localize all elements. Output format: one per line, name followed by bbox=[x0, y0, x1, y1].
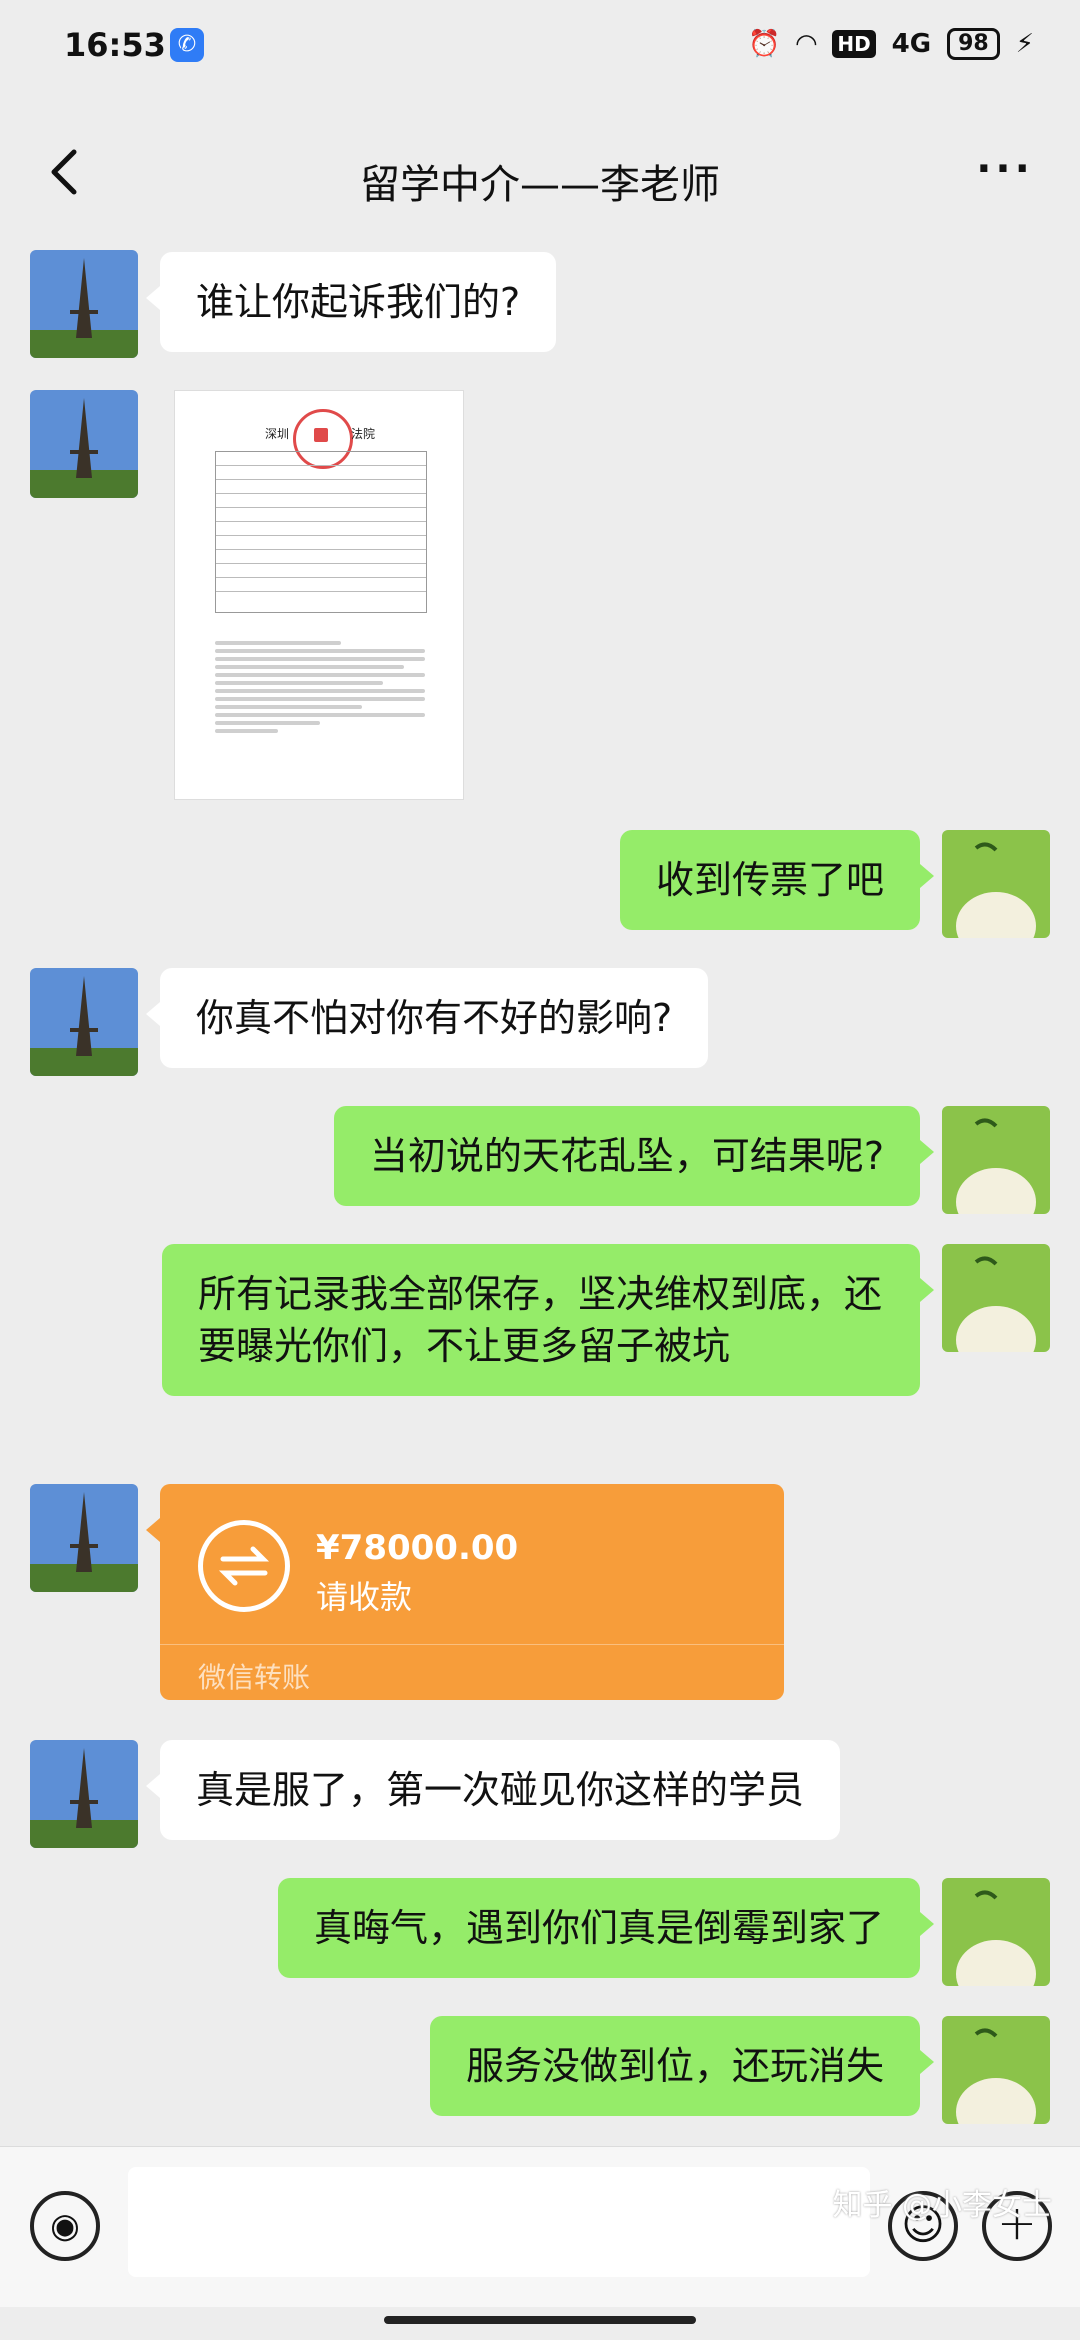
transfer-status: 请收款 bbox=[316, 1578, 413, 1616]
status-icons: ⏰ ◠ HD 4G 98 ⚡ bbox=[748, 28, 1034, 60]
my-avatar[interactable] bbox=[942, 1244, 1050, 1352]
input-bar: ◉ ☺ + bbox=[0, 2146, 1080, 2307]
wechat-transfer-card[interactable]: ¥78000.00 请收款 微信转账 bbox=[146, 1484, 784, 1700]
document-table bbox=[215, 451, 427, 613]
contact-avatar[interactable] bbox=[30, 1740, 138, 1848]
battery-indicator: 98 bbox=[947, 28, 1000, 60]
document-title: 法院 bbox=[350, 427, 375, 441]
contact-avatar[interactable] bbox=[30, 250, 138, 358]
my-avatar[interactable] bbox=[942, 2016, 1050, 2124]
home-indicator[interactable] bbox=[384, 2316, 696, 2324]
message-input[interactable] bbox=[128, 2167, 870, 2277]
alarm-icon: ⏰ bbox=[747, 29, 781, 59]
transfer-divider bbox=[160, 1644, 784, 1645]
outgoing-message[interactable]: 真晦气，遇到你们真是倒霉到家了 bbox=[277, 1878, 935, 1978]
incoming-message[interactable]: 谁让你起诉我们的? bbox=[145, 252, 557, 352]
document-court-name: 深圳 bbox=[265, 427, 290, 441]
phone-call-icon: ✆ bbox=[170, 28, 204, 62]
outgoing-message[interactable]: 服务没做到位，还玩消失 bbox=[429, 2016, 935, 2116]
contact-avatar[interactable] bbox=[30, 1484, 138, 1592]
watermark: 知乎 @小李女士 bbox=[832, 2188, 1052, 2223]
my-avatar[interactable] bbox=[942, 1878, 1050, 1986]
more-options-icon[interactable]: ··· bbox=[970, 144, 1040, 204]
contact-avatar[interactable] bbox=[30, 968, 138, 1076]
wifi-icon: ◠ bbox=[796, 29, 817, 59]
incoming-message[interactable]: 你真不怕对你有不好的影响? bbox=[145, 968, 709, 1068]
transfer-footer: 微信转账 bbox=[198, 1661, 311, 1694]
chat-header: 留学中介——李老师 ··· bbox=[0, 118, 1080, 232]
charging-icon: ⚡ bbox=[1015, 29, 1034, 59]
transfer-amount: ¥78000.00 bbox=[316, 1528, 519, 1568]
outgoing-message[interactable]: 收到传票了吧 bbox=[619, 830, 935, 930]
status-time: 16:53 bbox=[64, 26, 166, 64]
contact-avatar[interactable] bbox=[30, 390, 138, 498]
my-avatar[interactable] bbox=[942, 1106, 1050, 1214]
court-summons-image[interactable]: 深圳 法院 bbox=[174, 390, 464, 800]
document-heading: 深圳 法院 bbox=[265, 425, 375, 442]
voice-input-icon[interactable]: ◉ bbox=[30, 2191, 100, 2261]
hd-badge: HD bbox=[832, 30, 876, 58]
outgoing-message[interactable]: 所有记录我全部保存，坚决维权到底，还要曝光你们，不让更多留子被坑 bbox=[162, 1244, 934, 1396]
status-bar: 16:53 ✆ ⏰ ◠ HD 4G 98 ⚡ bbox=[0, 0, 1080, 96]
chat-title: 留学中介——李老师 bbox=[360, 162, 720, 208]
my-avatar[interactable] bbox=[942, 830, 1050, 938]
transfer-arrows-icon bbox=[198, 1520, 290, 1612]
document-body bbox=[215, 641, 425, 737]
message-list[interactable]: 谁让你起诉我们的? 收到传票了吧 你真不怕对你有不好的影响? 当初说的天花乱坠，… bbox=[0, 240, 1080, 2140]
cellular-network: 4G bbox=[891, 29, 932, 59]
outgoing-message[interactable]: 当初说的天花乱坠，可结果呢? bbox=[333, 1106, 935, 1206]
incoming-message[interactable]: 真是服了，第一次碰见你这样的学员 bbox=[145, 1740, 841, 1840]
